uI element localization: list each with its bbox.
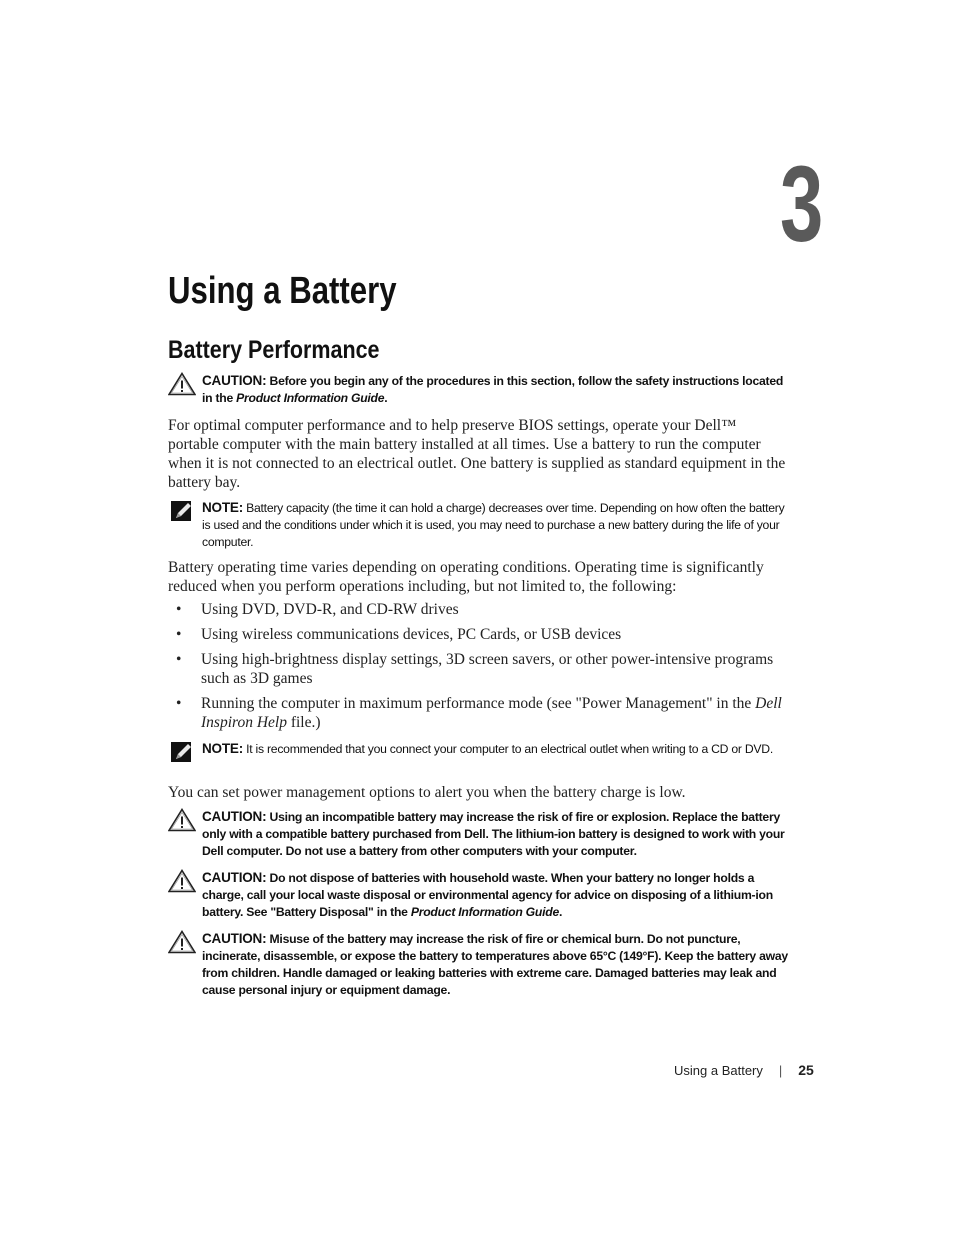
chapter-title: Using a Battery [168, 270, 397, 312]
section-title: Battery Performance [168, 336, 380, 364]
caution-text: CAUTION: Do not dispose of batteries wit… [202, 870, 773, 919]
page-footer: Using a Battery | 25 [674, 1062, 814, 1078]
intro-paragraph: For optimal computer performance and to … [168, 417, 786, 491]
note-block: NOTE: It is recommended that you connect… [168, 740, 788, 762]
warning-triangle-icon [168, 930, 196, 954]
caution-block: CAUTION: Do not dispose of batteries wit… [168, 869, 788, 921]
chapter-number: 3 [780, 143, 824, 264]
list-item: • Running the computer in maximum perform… [176, 695, 782, 731]
warning-triangle-icon [168, 808, 196, 832]
page-number: 25 [798, 1062, 814, 1078]
guide-reference: Product Information Guide [410, 905, 559, 919]
warning-triangle-icon [168, 869, 196, 893]
warning-triangle-icon [168, 372, 196, 396]
caution-label: CAUTION: [202, 373, 267, 388]
note-label: NOTE: [202, 741, 243, 756]
guide-reference: Product Information Guide [236, 391, 385, 405]
caution-label: CAUTION: [202, 931, 267, 946]
power-drain-list: • Using DVD, DVD-R, and CD-RW drives • Usi… [168, 600, 788, 738]
note-text: NOTE: Battery capacity (the time it can … [202, 500, 785, 549]
power-management-paragraph: You can set power management options to … [168, 784, 686, 801]
caution-block: CAUTION: Using an incompatible battery m… [168, 808, 788, 860]
caution-text: CAUTION: Using an incompatible battery m… [202, 809, 785, 858]
caution-label: CAUTION: [202, 870, 267, 885]
footer-separator: | [778, 1063, 783, 1078]
pencil-note-icon [171, 742, 191, 762]
note-block: NOTE: Battery capacity (the time it can … [168, 499, 788, 551]
caution-label: CAUTION: [202, 809, 267, 824]
list-item: • Using high-brightness display settings,… [176, 651, 774, 687]
list-item: • Using wireless communications devices, … [176, 626, 622, 643]
list-item: • Using DVD, DVD-R, and CD-RW drives [176, 601, 459, 618]
note-label: NOTE: [202, 500, 243, 515]
pencil-note-icon [171, 501, 191, 521]
caution-text: CAUTION: Before you begin any of the pro… [202, 373, 784, 405]
caution-block: CAUTION: Before you begin any of the pro… [168, 372, 788, 407]
operating-time-paragraph: Battery operating time varies depending … [168, 559, 764, 595]
caution-text: CAUTION: Misuse of the battery may incre… [202, 931, 788, 997]
note-text: NOTE: It is recommended that you connect… [202, 741, 773, 756]
caution-block: CAUTION: Misuse of the battery may incre… [168, 930, 788, 999]
footer-section-name: Using a Battery [674, 1063, 763, 1078]
